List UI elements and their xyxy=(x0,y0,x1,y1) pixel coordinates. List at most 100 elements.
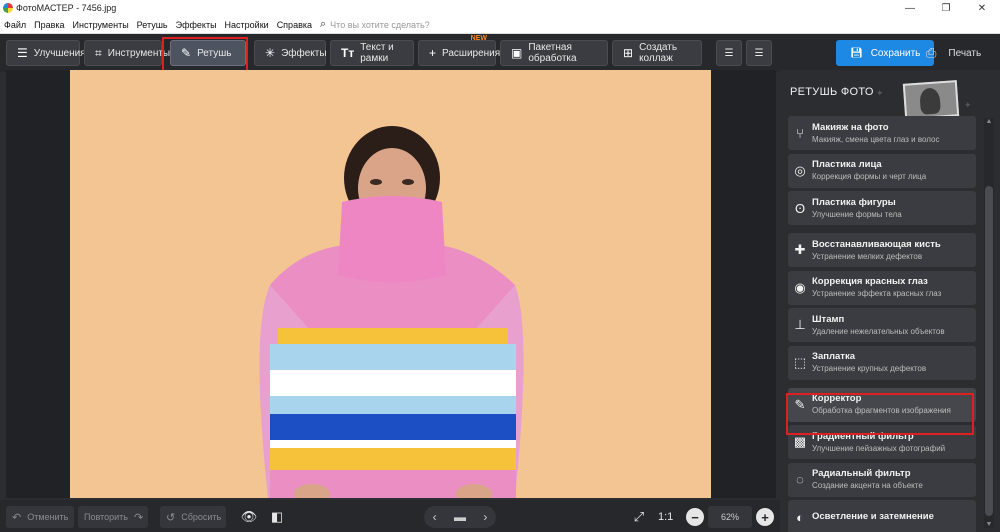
tab-label: Создать коллаж xyxy=(639,42,678,64)
bandage-icon: ✚ xyxy=(794,242,806,257)
face-icon: ◎ xyxy=(794,162,806,178)
folder-icon[interactable]: ▬ xyxy=(454,510,466,524)
image-stack-icon: ▣ xyxy=(511,46,523,60)
search-icon: ⌕ xyxy=(320,18,327,30)
tab-create-collage[interactable]: ⊞ Создать коллаж xyxy=(612,40,702,66)
tool-name: Пластика фигуры xyxy=(812,196,896,208)
title-bar: ФотоМАСТЕР - 7456.jpg — ❐ ✕ xyxy=(0,0,1000,16)
menu-effects[interactable]: Эффекты xyxy=(172,20,221,30)
scroll-down-icon[interactable]: ▼ xyxy=(984,521,994,528)
minimize-button[interactable]: — xyxy=(892,0,928,16)
zoom-value[interactable]: 62% xyxy=(708,506,752,528)
fit-screen-icon[interactable]: ⤢ xyxy=(628,506,650,528)
print-button[interactable]: ⎙ Печать xyxy=(918,40,989,66)
tool-figure-plastic[interactable]: ʘ Пластика фигуры Улучшение формы тела xyxy=(788,191,976,225)
tab-batch-processing[interactable]: ▣ Пакетная обработка xyxy=(500,40,608,66)
eye-icon: ◉ xyxy=(794,279,806,295)
menu-tools[interactable]: Инструменты xyxy=(69,20,133,30)
photo-canvas[interactable] xyxy=(70,70,711,498)
save-label: Сохранить xyxy=(870,47,921,59)
reset-icon: ↺ xyxy=(166,511,176,524)
redo-icon: ↷ xyxy=(133,511,144,524)
photo-image xyxy=(70,70,711,498)
corrector-highlight xyxy=(786,393,974,435)
tool-name: Штамп xyxy=(812,313,845,325)
tool-red-eye[interactable]: ◉ Коррекция красных глаз Устранение эффек… xyxy=(788,270,976,305)
menu-search[interactable]: ⌕ Что вы хотите сделать? xyxy=(320,18,430,31)
tool-name: Осветление и затемнение xyxy=(812,511,934,522)
plus-icon: + xyxy=(429,46,437,60)
preview-eye-icon[interactable]: 👁︎ xyxy=(238,506,260,528)
tool-stamp[interactable]: ⊥ Штамп Удаление нежелательных объектов xyxy=(788,308,976,342)
zoom-in-icon[interactable]: + xyxy=(756,508,774,526)
tool-patch[interactable]: ⬚ Заплатка Устранение крупных дефектов xyxy=(788,345,976,380)
zoom-out-icon[interactable]: − xyxy=(686,508,704,526)
search-placeholder: Что вы хотите сделать? xyxy=(330,19,430,30)
panel-scrollbar[interactable]: ▲ ▼ xyxy=(984,118,994,528)
scroll-up-icon[interactable]: ▲ xyxy=(984,118,994,125)
text-icon: Tт xyxy=(341,46,355,60)
menu-bar: Файл Правка Инструменты Ретушь Эффекты Н… xyxy=(0,16,1000,34)
tool-radial-filter[interactable]: ◌ Радиальный фильтр Создание акцента на о… xyxy=(788,462,976,497)
history-icon: ☰ xyxy=(754,47,764,59)
stamp-icon: ⊥ xyxy=(794,317,806,332)
menu-file[interactable]: Файл xyxy=(0,20,30,30)
undo-button[interactable]: ↶ Отменить xyxy=(6,506,74,528)
radial-icon: ◌ xyxy=(796,472,804,487)
tool-dodge-burn[interactable]: ◐ Осветление и затемнение xyxy=(788,500,976,532)
scrollbar-thumb[interactable] xyxy=(985,186,993,516)
tool-desc: Коррекция формы и черт лица xyxy=(812,172,927,181)
tab-enhancements[interactable]: ☰ Улучшения xyxy=(6,40,86,66)
tool-makeup[interactable]: ⑂ Макияж на фото Макияж, смена цвета глаз… xyxy=(788,116,976,150)
compare-icon[interactable]: ◧ xyxy=(266,506,288,528)
close-button[interactable]: ✕ xyxy=(964,0,1000,16)
tool-desc: Макияж, смена цвета глаз и волос xyxy=(812,134,940,144)
sparkle-icon: ✦ xyxy=(876,88,884,98)
magic-wand-icon: ✳ xyxy=(265,46,276,60)
tab-label: Инструменты xyxy=(107,47,171,59)
dodge-burn-icon: ◐ xyxy=(796,509,804,525)
tool-desc: Устранение крупных дефектов xyxy=(812,364,927,373)
crop-icon: ⌗ xyxy=(95,45,102,60)
tool-healing-brush[interactable]: ✚ Восстанавливающая кисть Устранение мелк… xyxy=(788,233,976,267)
menu-retouch[interactable]: Ретушь xyxy=(133,20,172,30)
patch-icon: ⬚ xyxy=(793,354,807,370)
tool-name: Макияж на фото xyxy=(812,121,889,133)
menu-settings[interactable]: Настройки xyxy=(221,20,273,30)
panel-title: РЕТУШЬ ФОТО xyxy=(790,86,874,98)
redo-label: Повторить xyxy=(84,512,128,522)
tool-desc: Улучшение пейзажных фотографий xyxy=(812,443,946,453)
tool-name: Пластика лица xyxy=(812,159,882,170)
tab-tools[interactable]: ⌗ Инструменты xyxy=(84,40,170,66)
previous-image-icon[interactable]: ‹ xyxy=(433,510,437,524)
redo-button[interactable]: Повторить ↷ xyxy=(78,506,148,528)
presets-add-icon: ☰ xyxy=(724,47,734,59)
tab-effects[interactable]: ✳ Эффекты xyxy=(254,40,327,66)
tool-face-plastic[interactable]: ◎ Пластика лица Коррекция формы и черт ли… xyxy=(788,153,976,188)
bottom-bar: ↶ Отменить Повторить ↷ ↺ Сбросить 👁︎ ◧ ‹… xyxy=(0,500,780,532)
tool-name: Радиальный фильтр xyxy=(812,468,911,479)
zoom-one-to-one[interactable]: 1:1 xyxy=(658,506,673,528)
tab-text-frames[interactable]: Tт Текст и рамки xyxy=(330,40,414,66)
makeup-icon: ⑂ xyxy=(796,125,804,141)
reset-button[interactable]: ↺ Сбросить xyxy=(160,506,226,528)
maximize-button[interactable]: ❐ xyxy=(928,0,964,16)
tab-label: Пакетная обработка xyxy=(528,42,577,64)
next-image-icon[interactable]: › xyxy=(483,510,487,524)
tool-desc: Создание акцента на объекте xyxy=(812,481,923,490)
presets-button[interactable]: ☰ xyxy=(716,40,742,66)
collage-icon: ⊞ xyxy=(623,46,634,60)
tab-label: Расширения xyxy=(442,47,501,59)
image-navigation: ‹ ▬ › xyxy=(424,506,496,528)
figure-icon: ʘ xyxy=(794,200,806,216)
menu-help[interactable]: Справка xyxy=(273,20,316,30)
tab-extensions[interactable]: + Расширения NEW xyxy=(418,35,500,66)
undo-label: Отменить xyxy=(27,512,69,522)
tool-name: Коррекция красных глаз xyxy=(812,276,928,287)
sparkle-icon: ✦ xyxy=(964,100,972,110)
menu-edit[interactable]: Правка xyxy=(30,20,68,30)
history-button[interactable]: ☰ xyxy=(746,40,772,66)
panel-thumbnail xyxy=(902,80,960,120)
retouch-tab-highlight xyxy=(162,37,248,73)
tool-desc: Улучшение формы тела xyxy=(812,209,902,219)
